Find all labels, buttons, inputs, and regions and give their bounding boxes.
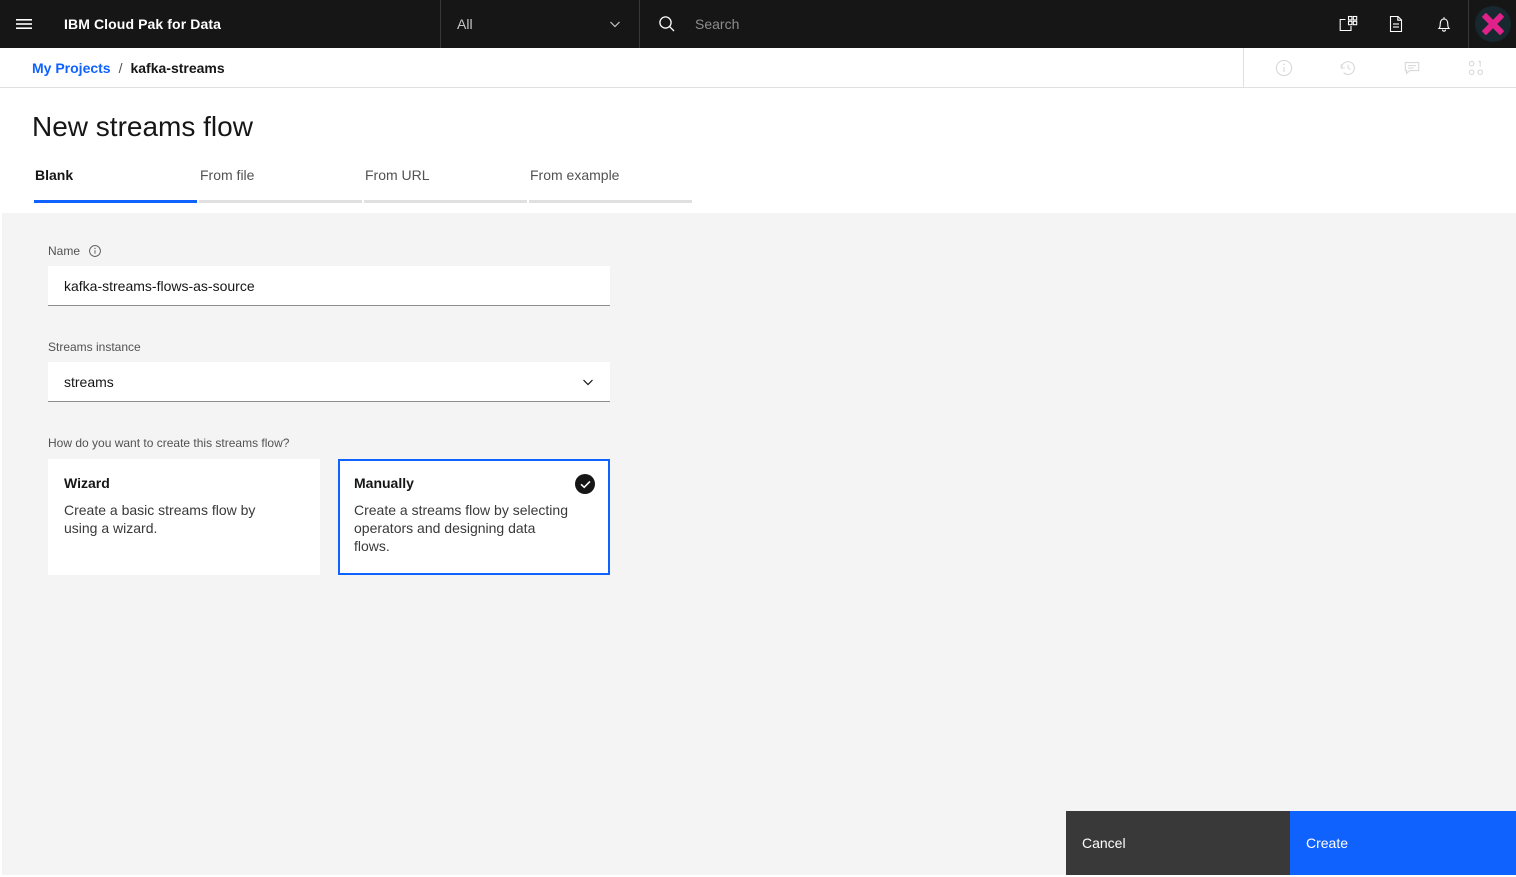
hamburger-menu-button[interactable] <box>0 0 48 48</box>
chevron-down-icon <box>607 16 623 32</box>
document-icon[interactable] <box>1372 0 1420 48</box>
breadcrumb-separator: / <box>118 59 123 76</box>
creation-source-tabs: Blank From file From URL From example <box>34 167 694 203</box>
product-brand-link[interactable]: IBM Cloud Pak for Data <box>48 0 221 48</box>
streams-instance-group: Streams instance streams <box>48 340 610 402</box>
name-input[interactable] <box>48 266 610 306</box>
search-scope-dropdown[interactable]: All <box>440 0 640 48</box>
creation-card-wizard-description: Create a basic streams flow by using a w… <box>64 502 256 536</box>
breadcrumb: My Projects / kafka-streams <box>0 60 225 76</box>
streams-instance-select[interactable]: streams <box>48 362 610 402</box>
user-avatar-button[interactable] <box>1468 0 1516 48</box>
tab-blank[interactable]: Blank <box>34 167 197 203</box>
name-field-group: Name <box>48 244 610 306</box>
connections-icon[interactable] <box>1444 48 1508 87</box>
create-button[interactable]: Create <box>1290 811 1516 875</box>
tab-from-file[interactable]: From file <box>199 167 362 203</box>
avatar <box>1474 6 1511 42</box>
main-content: Name Streams instance streams <box>2 213 1516 875</box>
tab-from-example[interactable]: From example <box>529 167 692 203</box>
global-search[interactable] <box>641 0 1331 48</box>
name-label: Name <box>48 244 81 258</box>
creation-card-wizard-title: Wizard <box>64 475 110 491</box>
history-icon[interactable] <box>1316 48 1380 87</box>
info-icon[interactable] <box>1252 48 1316 87</box>
creation-card-wizard[interactable]: Wizard Create a basic streams flow by us… <box>48 459 320 575</box>
creation-method-cards: Wizard Create a basic streams flow by us… <box>48 459 628 575</box>
tab-from-url-label: From URL <box>365 167 430 183</box>
cancel-button[interactable]: Cancel <box>1066 811 1290 875</box>
streams-instance-label: Streams instance <box>48 340 141 354</box>
page-title: New streams flow <box>32 111 253 142</box>
header-icon-group <box>1324 0 1516 48</box>
tab-blank-label: Blank <box>35 167 74 183</box>
breadcrumb-current: kafka-streams <box>130 59 225 76</box>
creation-card-manually-description: Create a streams flow by selecting opera… <box>354 502 568 554</box>
creation-card-manually[interactable]: Manually Create a streams flow by select… <box>338 459 610 575</box>
tab-from-file-label: From file <box>200 167 255 183</box>
comment-icon[interactable] <box>1380 48 1444 87</box>
tab-from-example-label: From example <box>530 167 620 183</box>
checkmark-filled-icon <box>575 474 595 494</box>
breadcrumb-tool-group <box>1243 48 1516 87</box>
form-action-bar: Cancel Create <box>1066 811 1516 875</box>
streams-instance-label-row: Streams instance <box>48 340 610 354</box>
hamburger-menu-icon <box>14 14 34 34</box>
product-name: IBM Cloud Pak for Data <box>64 16 221 32</box>
chevron-down-icon <box>580 374 610 390</box>
app-switcher-icon[interactable] <box>1324 0 1372 48</box>
search-icon <box>657 14 677 34</box>
tab-from-url[interactable]: From URL <box>364 167 527 203</box>
global-header: IBM Cloud Pak for Data All <box>0 0 1516 48</box>
creation-method-group: How do you want to create this streams f… <box>48 436 628 575</box>
page-header-band: New streams flow Blank From file From UR… <box>2 89 1516 213</box>
search-scope-value: All <box>457 16 473 32</box>
creation-method-question: How do you want to create this streams f… <box>48 436 290 450</box>
information-icon[interactable] <box>88 244 102 258</box>
breadcrumb-bar: My Projects / kafka-streams <box>0 48 1516 88</box>
creation-card-manually-title: Manually <box>354 475 414 491</box>
name-label-row: Name <box>48 244 610 258</box>
notification-bell-icon[interactable] <box>1420 0 1468 48</box>
streams-instance-value: streams <box>64 373 114 390</box>
breadcrumb-parent-link[interactable]: My Projects <box>32 60 111 76</box>
search-input[interactable] <box>693 1 1293 47</box>
